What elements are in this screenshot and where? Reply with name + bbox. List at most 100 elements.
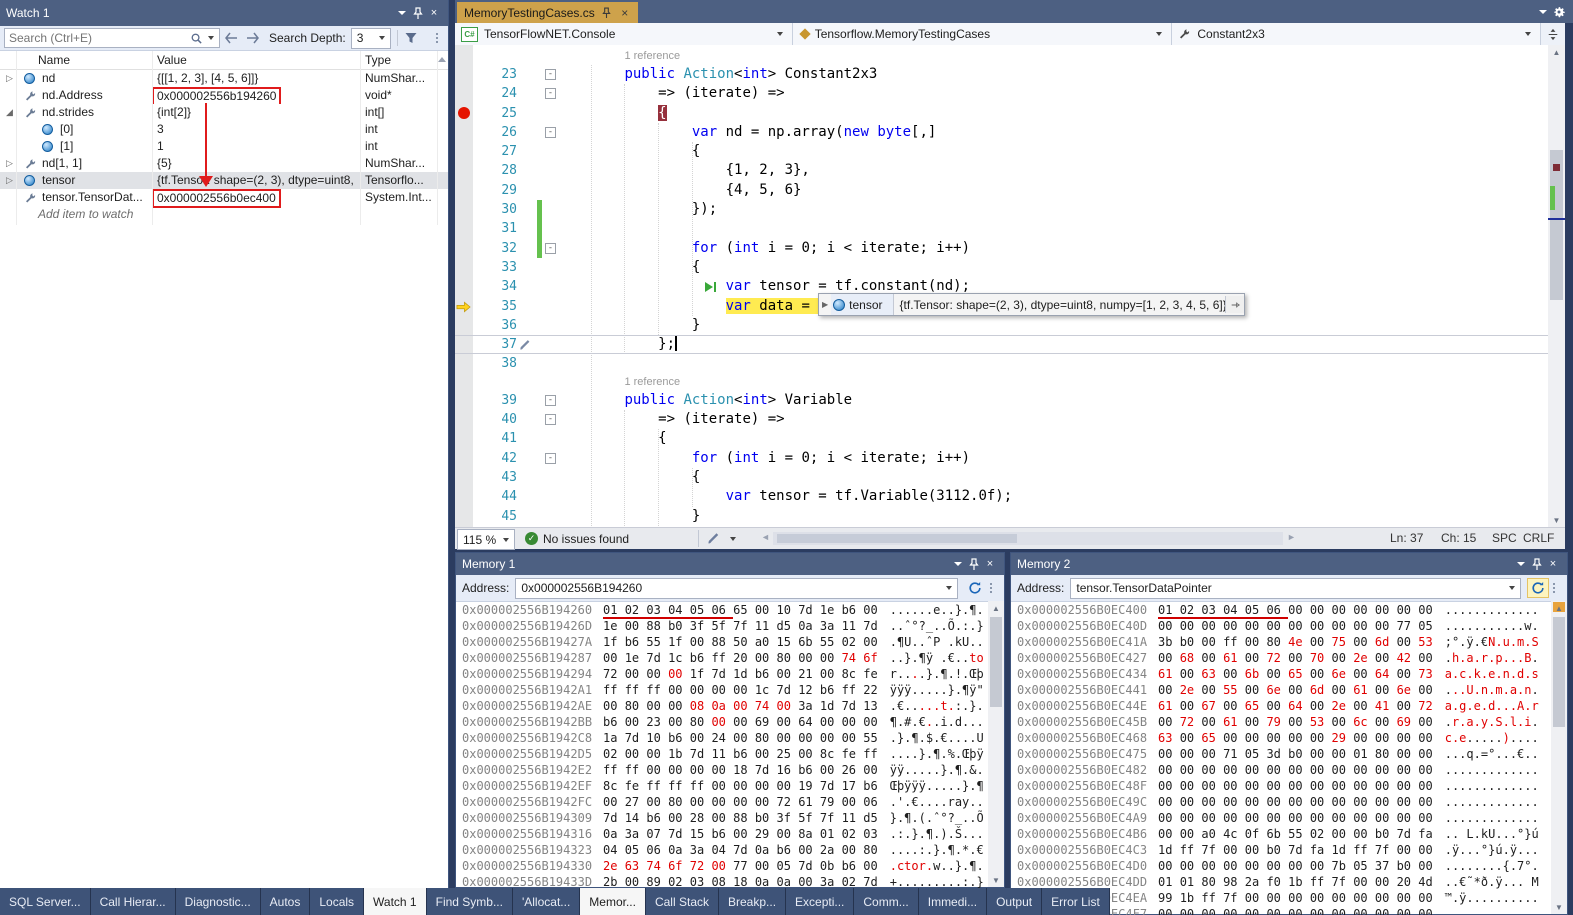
close-icon[interactable]: × bbox=[982, 557, 998, 571]
memory-row[interactable]: 0x000002556B0EC42700 68 00 61 00 72 00 7… bbox=[1011, 650, 1567, 666]
code-text[interactable]: {4, 5, 6} bbox=[557, 181, 801, 200]
memory-row[interactable]: 0x000002556B19432304 05 06 0a 3a 04 7d 0… bbox=[456, 842, 1004, 858]
editor-horizontal-scrollbar[interactable] bbox=[773, 532, 1283, 545]
toolbar-overflow-grip[interactable] bbox=[990, 583, 994, 593]
code-text[interactable]: }); bbox=[557, 200, 717, 219]
filter-icon[interactable] bbox=[404, 31, 418, 45]
memory-row[interactable]: 0x000002556B1942BBb6 00 23 00 80 00 00 6… bbox=[456, 714, 1004, 730]
code-line[interactable]: 39- public Action<int> Variable bbox=[455, 391, 1565, 410]
column-header-name[interactable]: Name bbox=[38, 51, 70, 69]
memory-row[interactable]: 0x000002556B0EC40001 02 03 04 05 06 00 0… bbox=[1011, 602, 1567, 618]
expand-icon[interactable]: ▷ bbox=[6, 172, 13, 189]
watch-value[interactable]: {5} bbox=[157, 155, 357, 172]
watch-search-box[interactable] bbox=[4, 28, 220, 48]
code-line[interactable]: 36 } bbox=[455, 316, 1565, 335]
memory-row[interactable]: 0x000002556B1942D502 00 00 1b 7d 11 b6 0… bbox=[456, 746, 1004, 762]
scroll-up-icon[interactable]: ▲ bbox=[1551, 601, 1567, 615]
panel-tab-sql-server[interactable]: SQL Server... bbox=[0, 888, 91, 915]
search-options-caret-icon[interactable] bbox=[208, 36, 214, 40]
code-editor[interactable]: 1 reference23- public Action<int> Consta… bbox=[455, 45, 1565, 527]
panel-tab-watch-1[interactable]: Watch 1 bbox=[364, 888, 427, 915]
code-line[interactable]: 41 { bbox=[455, 429, 1565, 448]
code-line[interactable]: 25 { bbox=[455, 104, 1565, 123]
collapse-region-icon[interactable]: - bbox=[545, 414, 556, 425]
scrollbar-thumb[interactable] bbox=[990, 617, 1002, 707]
panel-tab-memor[interactable]: Memor... bbox=[580, 888, 646, 915]
code-line[interactable]: 23- public Action<int> Constant2x3 bbox=[455, 65, 1565, 84]
code-text[interactable]: } bbox=[557, 316, 700, 335]
collapse-region-icon[interactable]: - bbox=[545, 453, 556, 464]
code-text[interactable]: }; bbox=[557, 335, 677, 354]
zoom-select[interactable]: 115 % bbox=[457, 529, 515, 550]
memory-row[interactable]: 0x000002556B0EC48200 00 00 00 00 00 00 0… bbox=[1011, 762, 1567, 778]
scroll-down-icon[interactable]: ▼ bbox=[988, 873, 1004, 887]
gear-icon[interactable] bbox=[1551, 5, 1567, 19]
code-line[interactable]: 28 {1, 2, 3}, bbox=[455, 161, 1565, 180]
scrollbar-thumb[interactable] bbox=[1550, 150, 1563, 300]
memory-row[interactable]: 0x000002556B1943302e 63 74 6f 72 00 77 0… bbox=[456, 858, 1004, 874]
memory2-address-input[interactable]: tensor.TensorDataPointer bbox=[1070, 578, 1521, 599]
codelens-references[interactable]: 1 reference bbox=[624, 48, 680, 65]
panel-tab-immedi[interactable]: Immedi... bbox=[919, 888, 987, 915]
watch-row[interactable]: [1]1int bbox=[0, 138, 448, 155]
project-dropdown[interactable]: C# TensorFlowNET.Console bbox=[455, 23, 793, 45]
collapse-region-icon[interactable]: - bbox=[545, 88, 556, 99]
code-text[interactable]: { bbox=[557, 429, 667, 448]
memory-row[interactable]: 0x000002556B0EC40D00 00 00 00 00 00 00 0… bbox=[1011, 618, 1567, 634]
memory-row[interactable]: 0x000002556B0EC4B600 00 a0 4c 0f 6b 55 0… bbox=[1011, 826, 1567, 842]
toolbar-overflow-grip[interactable] bbox=[436, 33, 440, 43]
toolbar-overflow-grip[interactable] bbox=[1553, 583, 1557, 593]
code-line[interactable]: 38 bbox=[455, 354, 1565, 373]
forward-arrow-icon[interactable] bbox=[246, 32, 260, 44]
panel-tab-breakp[interactable]: Breakp... bbox=[719, 888, 786, 915]
code-line[interactable]: 32- for (int i = 0; i < iterate; i++) bbox=[455, 239, 1565, 258]
panel-tab-comm[interactable]: Comm... bbox=[854, 888, 918, 915]
memory1-titlebar[interactable]: Memory 1 × bbox=[456, 553, 1004, 575]
back-arrow-icon[interactable] bbox=[224, 32, 238, 44]
code-text[interactable]: } bbox=[557, 507, 700, 526]
debugger-datatip[interactable]: ▶ tensor {tf.Tensor: shape=(2, 3), dtype… bbox=[818, 293, 1245, 316]
memory-row[interactable]: 0x000002556B0EC46863 00 65 00 00 00 00 0… bbox=[1011, 730, 1567, 746]
panel-tab-autos[interactable]: Autos bbox=[261, 888, 311, 915]
memory1-hex-dump[interactable]: 0x000002556B19426001 02 03 04 05 06 65 0… bbox=[456, 602, 1004, 890]
code-line[interactable]: 26- var nd = np.array(new byte[,] bbox=[455, 123, 1565, 142]
close-icon[interactable]: × bbox=[1545, 557, 1561, 571]
issues-indicator[interactable]: ✓ No issues found bbox=[525, 528, 629, 549]
memory2-titlebar[interactable]: Memory 2 × bbox=[1011, 553, 1567, 575]
code-text[interactable]: => (iterate) => bbox=[557, 84, 785, 103]
memory-row[interactable]: 0x000002556B1943160a 3a 07 7d 15 b6 00 2… bbox=[456, 826, 1004, 842]
pin-to-source-icon[interactable] bbox=[1225, 296, 1244, 313]
memory-row[interactable]: 0x000002556B1942AE00 80 00 00 08 0a 00 7… bbox=[456, 698, 1004, 714]
memory-row[interactable]: 0x000002556B0EC47500 00 00 71 05 3d b0 0… bbox=[1011, 746, 1567, 762]
quick-actions-brush-icon[interactable] bbox=[519, 338, 533, 352]
code-line[interactable]: 45 } bbox=[455, 507, 1565, 526]
panel-tab-call-stack[interactable]: Call Stack bbox=[646, 888, 719, 915]
scroll-down-icon[interactable]: ▼ bbox=[1551, 900, 1567, 914]
refresh-icon[interactable] bbox=[1527, 578, 1549, 598]
code-line[interactable]: 40- => (iterate) => bbox=[455, 410, 1565, 429]
panel-tab-locals[interactable]: Locals bbox=[310, 888, 364, 915]
watch-row[interactable]: [0]3int bbox=[0, 121, 448, 138]
memory-row[interactable]: 0x000002556B19426D1e 00 88 b0 3f 5f 7f 1… bbox=[456, 618, 1004, 634]
code-text[interactable]: public Action<int> Constant2x3 bbox=[557, 65, 877, 84]
code-line[interactable]: 27 { bbox=[455, 142, 1565, 161]
pin-icon[interactable] bbox=[601, 7, 613, 19]
code-text[interactable]: for (int i = 0; i < iterate; i++) bbox=[557, 449, 970, 468]
watch-row[interactable]: ◢nd.strides{int[2]}int[] bbox=[0, 104, 448, 121]
code-line[interactable]: 24- => (iterate) => bbox=[455, 84, 1565, 103]
member-dropdown[interactable]: Constant2x3 bbox=[1172, 23, 1540, 45]
memory-row[interactable]: 0x000002556B1942E2ff ff 00 00 00 00 18 7… bbox=[456, 762, 1004, 778]
panel-tab-output[interactable]: Output bbox=[987, 888, 1042, 915]
grid-scroll-up-icon[interactable] bbox=[438, 57, 446, 62]
add-watch-row[interactable]: Add item to watch bbox=[0, 206, 448, 223]
window-position-icon[interactable] bbox=[950, 557, 966, 571]
watch-row[interactable]: ▷nd{[[1, 2, 3], [4, 5, 6]]}NumShar... bbox=[0, 70, 448, 87]
memory-row[interactable]: 0x000002556B19428700 1e 7d 1c b6 ff 20 0… bbox=[456, 650, 1004, 666]
watch-row[interactable]: tensor.TensorDat...0x000002556b0ec400Sys… bbox=[0, 189, 448, 206]
memory-row[interactable]: 0x000002556B1942EF8c fe ff ff ff 00 00 0… bbox=[456, 778, 1004, 794]
panel-tab-find-symb[interactable]: Find Symb... bbox=[427, 888, 513, 915]
split-window-button[interactable] bbox=[1540, 23, 1565, 45]
collapse-region-icon[interactable]: - bbox=[545, 69, 556, 80]
watch-row[interactable]: nd.Address0x000002556b194260void* bbox=[0, 87, 448, 104]
code-text[interactable]: { bbox=[557, 258, 700, 277]
